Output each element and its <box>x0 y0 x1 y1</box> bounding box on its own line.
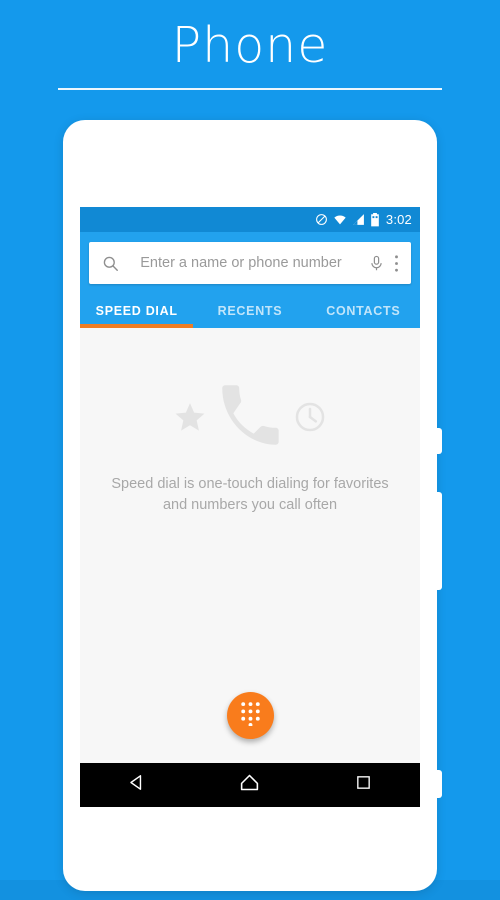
search-icon <box>101 254 120 273</box>
tab-speed-dial[interactable]: SPEED DIAL <box>80 293 193 328</box>
dialpad-icon <box>240 701 261 731</box>
status-bar: 3:02 <box>80 207 420 232</box>
home-icon <box>239 772 260 798</box>
tab-recents[interactable]: RECENTS <box>193 293 306 328</box>
battery-icon <box>370 212 380 227</box>
clock-icon <box>293 400 327 439</box>
content-area: Speed dial is one-touch dialing for favo… <box>80 328 420 763</box>
wifi-icon <box>333 213 347 226</box>
power-button[interactable] <box>433 428 442 454</box>
home-button[interactable] <box>220 763 280 807</box>
search-bar[interactable]: Enter a name or phone number <box>89 242 411 284</box>
back-triangle-icon <box>127 773 146 797</box>
cellular-signal-icon <box>352 213 365 226</box>
phone-handset-icon <box>213 380 287 459</box>
empty-state-graphic <box>80 380 420 458</box>
more-vert-icon[interactable] <box>394 254 399 273</box>
phone-device-mockup: 3:02 Enter a name or phone number SPEED … <box>63 120 442 891</box>
search-region: Enter a name or phone number <box>80 232 420 293</box>
secondary-button[interactable] <box>433 770 442 798</box>
volume-button[interactable] <box>433 492 442 590</box>
navigation-bar <box>80 763 420 807</box>
empty-state-message: Speed dial is one-touch dialing for favo… <box>111 476 389 513</box>
tab-bar: SPEED DIAL RECENTS CONTACTS <box>80 293 420 328</box>
recents-button[interactable] <box>333 763 393 807</box>
title-divider <box>58 88 442 90</box>
microphone-icon[interactable] <box>368 254 385 273</box>
do-not-disturb-icon <box>315 213 328 226</box>
recents-square-icon <box>355 774 372 796</box>
star-icon <box>173 400 207 439</box>
search-input[interactable]: Enter a name or phone number <box>120 255 368 271</box>
dialpad-fab[interactable] <box>227 692 274 739</box>
status-bar-clock: 3:02 <box>385 212 412 227</box>
back-button[interactable] <box>107 763 167 807</box>
tab-contacts[interactable]: CONTACTS <box>307 293 420 328</box>
page-header: Phone <box>0 0 500 120</box>
page-title: Phone <box>171 17 329 74</box>
phone-screen: 3:02 Enter a name or phone number SPEED … <box>80 207 420 807</box>
